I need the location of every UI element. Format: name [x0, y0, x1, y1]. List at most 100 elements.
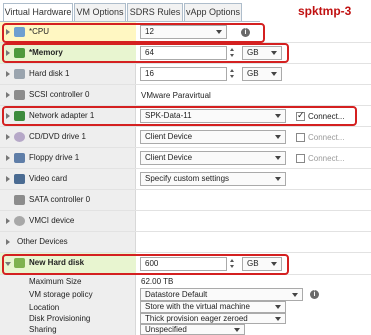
expand-scsi-icon[interactable] [6, 92, 10, 98]
network-select[interactable]: SPK-Data-11 [140, 109, 286, 123]
cpu-row: *CPU 12 i [0, 22, 371, 43]
sharing-value: Unspecified [145, 325, 187, 334]
expand-cddvd-icon[interactable] [6, 134, 10, 140]
expand-video-icon[interactable] [6, 176, 10, 182]
memory-module-icon [14, 48, 25, 58]
collapse-new-disk-icon[interactable] [5, 262, 11, 266]
floppy-row: Floppy drive 1 Client Device Connect... [0, 148, 371, 169]
new-hard-disk-icon [14, 258, 25, 268]
expand-vmci-icon[interactable] [6, 218, 10, 224]
floppy-label: Floppy drive 1 [29, 153, 80, 162]
cddvd-connect-checkbox[interactable] [296, 133, 305, 142]
memory-label: *Memory [29, 48, 63, 57]
new-hard-disk-label: New Hard disk [29, 258, 85, 267]
provisioning-select[interactable]: Thick provision eager zeroed [140, 313, 286, 324]
new-disk-unit-select[interactable]: GB [242, 257, 282, 271]
new-disk-size-input[interactable]: 600 [140, 257, 227, 271]
memory-row: *Memory 64 GB [0, 43, 371, 64]
new-hard-disk-row: New Hard disk 600 GB [0, 253, 371, 275]
scsi-type: VMware Paravirtual [141, 91, 211, 100]
cddvd-select[interactable]: Client Device [140, 130, 286, 144]
provisioning-value: Thick provision eager zeroed [145, 314, 248, 323]
floppy-select[interactable]: Client Device [140, 151, 286, 165]
network-adapter-label: Network adapter 1 [29, 111, 95, 120]
hard-disk-1-label: Hard disk 1 [29, 69, 70, 78]
cddvd-connect-label: Connect... [308, 133, 345, 142]
scsi-controller-icon [14, 90, 25, 100]
storage-policy-value: Datastore Default [145, 290, 208, 299]
tab-vapp-options[interactable]: vApp Options [184, 3, 242, 21]
chevron-down-icon [275, 135, 281, 139]
storage-policy-info-icon[interactable]: i [310, 290, 319, 299]
sharing-label: Sharing [29, 325, 57, 334]
hard-disk-icon [14, 69, 25, 79]
chevron-down-icon [234, 328, 240, 332]
memory-unit-select[interactable]: GB [242, 46, 282, 60]
tab-virtual-hardware[interactable]: Virtual Hardware [3, 3, 73, 22]
network-adapter-row: Network adapter 1 SPK-Data-11 Connect... [0, 106, 371, 127]
chevron-down-icon [275, 114, 281, 118]
vmci-row: VMCI device [0, 211, 371, 232]
sharing-row: Sharing Unspecified [0, 324, 371, 335]
sata-row: SATA controller 0 [0, 190, 371, 211]
network-value: SPK-Data-11 [145, 111, 192, 120]
expand-other-devices-icon[interactable] [6, 239, 10, 245]
sata-label: SATA controller 0 [29, 195, 91, 204]
chevron-down-icon [275, 305, 281, 309]
provisioning-row: Disk Provisioning Thick provision eager … [0, 313, 371, 324]
floppy-connect-checkbox[interactable] [296, 154, 305, 163]
vmci-device-icon [14, 216, 25, 226]
tab-vm-options[interactable]: VM Options [74, 3, 126, 21]
memory-unit-value: GB [247, 48, 259, 57]
hard-disk-1-row: Hard disk 1 16 GB [0, 64, 371, 85]
video-card-select[interactable]: Specify custom settings [140, 172, 286, 186]
network-connect-label: Connect... [308, 112, 345, 121]
chevron-down-icon [275, 177, 281, 181]
tab-sdrs-rules[interactable]: SDRS Rules [127, 3, 183, 21]
cd-dvd-icon [14, 132, 25, 142]
hard-disk-1-input[interactable]: 16 [140, 67, 227, 81]
memory-input[interactable]: 64 [140, 46, 227, 60]
expand-hard-disk-1-icon[interactable] [6, 71, 10, 77]
cddvd-value: Client Device [145, 132, 193, 141]
new-disk-spinner[interactable] [228, 257, 237, 271]
expand-floppy-icon[interactable] [6, 155, 10, 161]
memory-spinner[interactable] [228, 46, 237, 60]
storage-policy-label: VM storage policy [29, 290, 93, 299]
cpu-select[interactable]: 12 [140, 25, 227, 39]
video-card-label: Video card [29, 174, 68, 183]
hard-disk-1-spinner[interactable] [228, 67, 237, 81]
sata-controller-icon [14, 195, 25, 205]
cddvd-label: CD/DVD drive 1 [29, 132, 86, 141]
other-devices-label: Other Devices [17, 237, 68, 246]
floppy-connect-label: Connect... [308, 154, 345, 163]
storage-policy-select[interactable]: Datastore Default [140, 288, 303, 301]
location-value: Store with the virtual machine [145, 302, 250, 311]
chevron-down-icon [216, 30, 222, 34]
hard-disk-1-unit-select[interactable]: GB [242, 67, 282, 81]
scsi-row: SCSI controller 0 VMware Paravirtual [0, 85, 371, 106]
chevron-down-icon [292, 293, 298, 297]
chevron-down-icon [275, 156, 281, 160]
max-size-label: Maximum Size [29, 277, 82, 286]
network-connect-checkbox[interactable] [296, 110, 305, 121]
expand-cpu-icon[interactable] [6, 29, 10, 35]
max-size-value: 62.00 TB [141, 277, 174, 286]
video-card-value: Specify custom settings [145, 174, 230, 183]
provisioning-label: Disk Provisioning [29, 314, 91, 323]
expand-network-icon[interactable] [6, 113, 10, 119]
vmci-label: VMCI device [29, 216, 75, 225]
expand-memory-icon[interactable] [6, 50, 10, 56]
sharing-select[interactable]: Unspecified [140, 324, 245, 335]
chevron-down-icon [271, 72, 277, 76]
hard-disk-1-unit-value: GB [247, 69, 259, 78]
chevron-down-icon [271, 51, 277, 55]
location-label: Location [29, 303, 60, 312]
scsi-label: SCSI controller 0 [29, 90, 90, 99]
location-row: Location Store with the virtual machine [0, 301, 371, 313]
chevron-down-icon [271, 262, 277, 266]
info-icon[interactable]: i [241, 28, 250, 37]
location-select[interactable]: Store with the virtual machine [140, 301, 286, 313]
other-devices-row: Other Devices [0, 232, 371, 253]
storage-policy-row: VM storage policy Datastore Default i [0, 288, 371, 301]
